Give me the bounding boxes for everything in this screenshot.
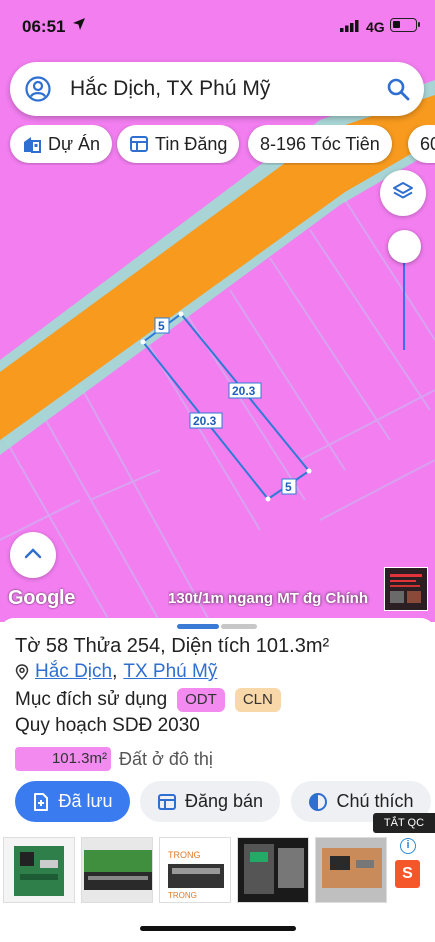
contrast-icon — [308, 792, 328, 812]
plan-area-description: Đất ở đô thị — [119, 748, 213, 769]
bookmark-add-icon — [32, 792, 50, 812]
chip-label: 8-196 Tóc Tiên — [260, 133, 380, 154]
land-use-label: Mục đích sử dụng — [15, 689, 168, 710]
land-use-badge-odt: ODT — [177, 688, 225, 712]
google-logo: Google — [8, 587, 76, 609]
location-pin-icon — [15, 664, 29, 680]
chip-label: Dự Án — [48, 133, 101, 154]
dim-label-top: 5 — [158, 319, 165, 333]
action-bar: Đã lưu Đăng bán Chú thích — [0, 781, 435, 823]
filter-chips: Dự Án Tin Đăng 8-196 Tóc Tiên 60 — [0, 125, 435, 165]
ad-product-image[interactable] — [315, 837, 387, 903]
ad-product-image[interactable] — [81, 837, 153, 903]
ad-product-image[interactable] — [237, 837, 309, 903]
listing-icon — [129, 134, 149, 154]
sheet-handle[interactable] — [221, 624, 257, 629]
area-value: 101.3m² — [255, 635, 330, 657]
map-ad-thumbnail[interactable] — [384, 567, 428, 611]
home-indicator — [140, 926, 296, 931]
plan-area-box: 101.3m² — [15, 747, 111, 771]
ad-product-image[interactable] — [3, 837, 75, 903]
status-time: 06:51 — [22, 17, 66, 36]
plan-label: Quy hoạch SDĐ 2030 — [15, 715, 200, 736]
search-input[interactable]: Hắc Dịch, TX Phú Mỹ — [70, 77, 270, 101]
saved-button[interactable]: Đã lưu — [15, 781, 130, 822]
expand-up-button[interactable] — [10, 532, 56, 578]
address-link-town[interactable]: TX Phú Mỹ — [123, 661, 217, 683]
svg-text:TRONG: TRONG — [168, 850, 201, 860]
legend-label: Chú thích — [336, 791, 414, 811]
search-icon[interactable] — [386, 77, 410, 106]
ad-info-icon[interactable]: i — [400, 838, 416, 854]
chevron-up-icon — [24, 546, 42, 564]
parcel-info-sheet: Tờ 58 Thửa 254, Diện tích 101.3m² Hắc Dị… — [0, 618, 435, 942]
opacity-slider-handle[interactable] — [388, 230, 421, 263]
parcel-number: 254 — [126, 635, 161, 657]
status-bar: 06:51 4G — [0, 0, 435, 52]
dim-label-right: 20.3 — [232, 384, 256, 398]
layers-button[interactable] — [380, 170, 426, 216]
ad-banner[interactable]: TRONG TRONG — [0, 834, 435, 906]
chip-more[interactable]: 60 — [408, 125, 435, 163]
post-label: Đăng bán — [184, 791, 264, 811]
plan-area-row: 101.3m² Đất ở đô thị — [15, 747, 213, 771]
layers-icon — [392, 180, 414, 207]
ad-product-image[interactable]: TRONG TRONG — [159, 837, 231, 903]
dim-label-bottom: 5 — [285, 480, 292, 494]
sheet-number: 58 — [45, 635, 69, 657]
signal-icon — [340, 19, 360, 37]
opacity-slider-track[interactable] — [403, 248, 405, 350]
dim-label-left: 20.3 — [193, 414, 217, 428]
map-caption: 130t/1m ngang MT đg Chính — [168, 590, 369, 607]
address-link-ward[interactable]: Hắc Dịch — [35, 661, 112, 683]
chip-du-an[interactable]: Dự Án — [10, 125, 113, 163]
battery-icon — [390, 18, 420, 32]
search-bar[interactable]: Hắc Dịch, TX Phú Mỹ — [10, 62, 424, 116]
location-arrow-icon — [72, 17, 86, 36]
shopee-icon[interactable]: S — [395, 860, 420, 888]
network-label: 4G — [366, 19, 385, 35]
land-use-badge-cln: CLN — [234, 688, 281, 712]
parcel-title: Tờ 58 Thửa 254, Diện tích 101.3m² — [15, 635, 330, 657]
svg-text:TRONG: TRONG — [168, 891, 197, 900]
chip-tin-dang[interactable]: Tin Đăng — [117, 125, 240, 163]
post-for-sale-button[interactable]: Đăng bán — [140, 781, 280, 822]
account-icon[interactable] — [25, 76, 51, 107]
land-use-row: Mục đích sử dụng ODT CLN — [15, 688, 281, 712]
parcel-prefix: Thửa — [73, 635, 122, 657]
chip-label: Tin Đăng — [155, 133, 228, 154]
listing-icon — [157, 792, 177, 812]
area-label: Diện tích — [171, 635, 251, 657]
sheet-handle-active[interactable] — [177, 624, 219, 629]
address-separator: , — [112, 661, 118, 682]
saved-label: Đã lưu — [58, 791, 113, 811]
chip-label: 60 — [420, 133, 435, 154]
parcel-address: Hắc Dịch , TX Phú Mỹ — [15, 661, 217, 683]
building-icon — [22, 134, 42, 154]
title-prefix: Tờ — [15, 635, 41, 657]
hide-ads-button[interactable]: TẮT QC — [373, 813, 435, 833]
chip-location[interactable]: 8-196 Tóc Tiên — [248, 125, 392, 163]
